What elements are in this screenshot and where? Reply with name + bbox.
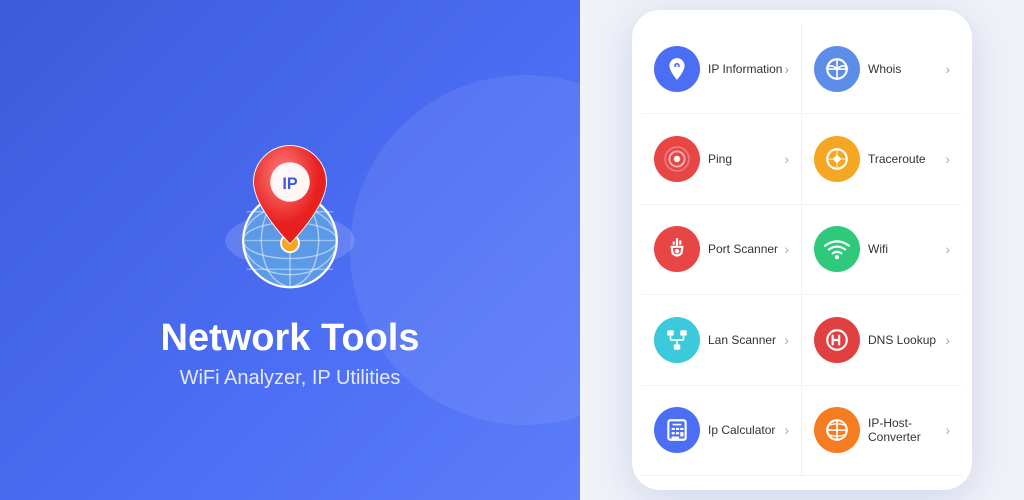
ip-calculator-label: Ip Calculator bbox=[708, 423, 784, 437]
ping-label: Ping bbox=[708, 152, 784, 166]
lan-scanner-label: Lan Scanner bbox=[708, 333, 784, 347]
menu-item-ip-information[interactable]: IP Information › bbox=[642, 24, 802, 114]
ip-information-icon bbox=[654, 46, 700, 92]
ip-host-converter-label: IP-Host-Converter bbox=[868, 416, 945, 444]
app-subtitle: WiFi Analyzer, IP Utilities bbox=[180, 367, 401, 390]
menu-item-dns-lookup[interactable]: DNS Lookup › bbox=[802, 295, 962, 385]
menu-item-ip-host-converter[interactable]: IP-Host-Converter › bbox=[802, 386, 962, 476]
menu-item-ping[interactable]: Ping › bbox=[642, 114, 802, 204]
left-panel: IP Network Tools WiFi Analyzer, IP Utili… bbox=[0, 0, 580, 500]
traceroute-chevron: › bbox=[945, 151, 950, 167]
menu-item-whois[interactable]: Whois › bbox=[802, 24, 962, 114]
ip-information-chevron: › bbox=[784, 61, 789, 77]
hero-illustration: IP bbox=[200, 110, 380, 290]
lan-scanner-chevron: › bbox=[784, 332, 789, 348]
wifi-icon bbox=[814, 226, 860, 272]
ping-chevron: › bbox=[784, 151, 789, 167]
ip-information-label: IP Information bbox=[708, 62, 784, 76]
dns-lookup-label: DNS Lookup bbox=[868, 333, 945, 347]
port-scanner-chevron: › bbox=[784, 241, 789, 257]
menu-item-port-scanner[interactable]: Port Scanner › bbox=[642, 205, 802, 295]
traceroute-icon bbox=[814, 136, 860, 182]
menu-item-traceroute[interactable]: Traceroute › bbox=[802, 114, 962, 204]
svg-text:IP: IP bbox=[282, 175, 297, 193]
traceroute-label: Traceroute bbox=[868, 152, 945, 166]
dns-lookup-chevron: › bbox=[945, 332, 950, 348]
menu-grid: IP Information › Whois › Ping › bbox=[642, 24, 962, 476]
whois-label: Whois bbox=[868, 62, 945, 76]
phone-mockup: IP Information › Whois › Ping › bbox=[632, 10, 972, 490]
port-scanner-icon bbox=[654, 226, 700, 272]
wifi-chevron: › bbox=[945, 241, 950, 257]
menu-item-lan-scanner[interactable]: Lan Scanner › bbox=[642, 295, 802, 385]
wifi-label: Wifi bbox=[868, 242, 945, 256]
lan-scanner-icon bbox=[654, 317, 700, 363]
ip-host-converter-chevron: › bbox=[945, 422, 950, 438]
whois-chevron: › bbox=[945, 61, 950, 77]
menu-item-ip-calculator[interactable]: Ip Calculator › bbox=[642, 386, 802, 476]
app-title: Network Tools bbox=[161, 318, 420, 360]
right-panel: IP Information › Whois › Ping › bbox=[580, 0, 1024, 500]
ping-icon bbox=[654, 136, 700, 182]
ip-host-converter-icon bbox=[814, 407, 860, 453]
ip-calculator-icon bbox=[654, 407, 700, 453]
ip-calculator-chevron: › bbox=[784, 422, 789, 438]
port-scanner-label: Port Scanner bbox=[708, 242, 784, 256]
menu-item-wifi[interactable]: Wifi › bbox=[802, 205, 962, 295]
dns-lookup-icon bbox=[814, 317, 860, 363]
whois-icon bbox=[814, 46, 860, 92]
